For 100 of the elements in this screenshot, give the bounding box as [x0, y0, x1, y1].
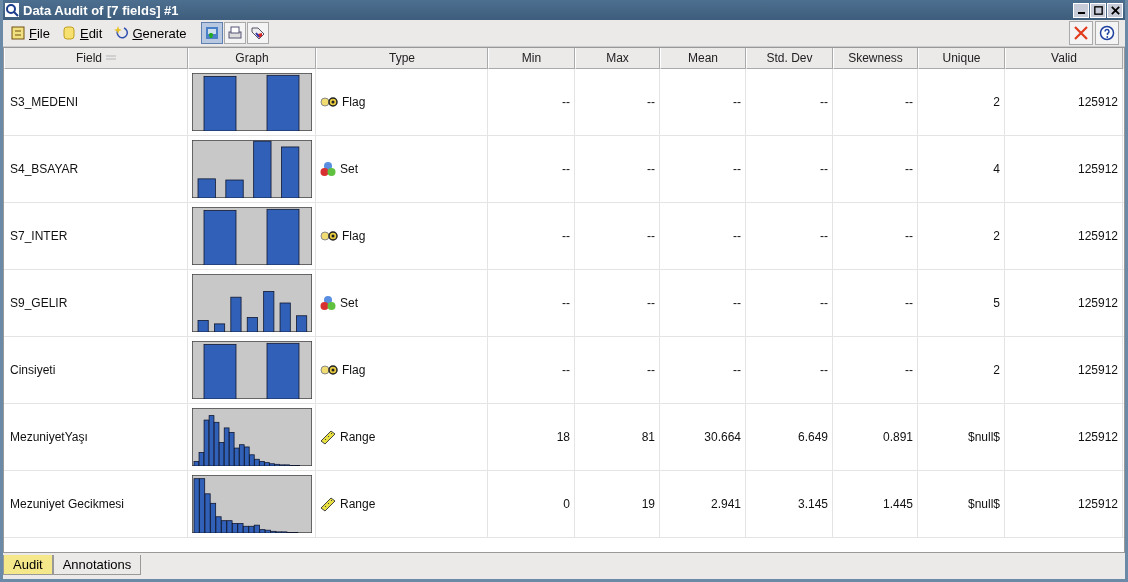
column-header[interactable]: Field: [4, 48, 188, 69]
field-name: MezuniyetYaşı: [10, 430, 88, 444]
table-cell: 125912: [1077, 162, 1118, 176]
add-table-button[interactable]: [200, 22, 223, 44]
column-header[interactable]: Mean: [660, 48, 746, 69]
table-cell: --: [905, 363, 913, 377]
type-label: Flag: [342, 95, 366, 109]
column-header[interactable]: Max: [575, 48, 660, 69]
table-cell: 1.445: [882, 497, 913, 511]
table-cell: --: [820, 162, 828, 176]
table-cell: 125912: [1077, 229, 1118, 243]
column-header[interactable]: Type: [316, 48, 488, 69]
print-button[interactable]: [223, 22, 246, 44]
table-cell: 125912: [1077, 497, 1118, 511]
table-cell: --: [820, 229, 828, 243]
set-icon: [320, 295, 336, 311]
type-label: Range: [340, 497, 376, 511]
column-header[interactable]: Graph: [188, 48, 316, 69]
field-name: S7_INTER: [10, 229, 68, 243]
flag-icon: [320, 97, 338, 107]
table-cell: --: [820, 95, 828, 109]
type-label: Flag: [342, 229, 366, 243]
column-header[interactable]: Std. Dev: [746, 48, 833, 69]
maximize-button[interactable]: [1090, 2, 1106, 18]
table-cell: --: [647, 229, 655, 243]
field-name: S9_GELIR: [10, 296, 68, 310]
ruler-icon: [320, 429, 336, 445]
table-add-icon: [203, 25, 220, 41]
table-cell: --: [820, 296, 828, 310]
table-cell: 5: [993, 296, 1000, 310]
table-cell: --: [733, 363, 741, 377]
column-header[interactable]: Skewness: [833, 48, 918, 69]
table-cell: --: [733, 229, 741, 243]
table-cell: --: [905, 296, 913, 310]
menu-button[interactable]: Generate: [112, 25, 193, 41]
help-button[interactable]: [1095, 21, 1119, 45]
table-cell: 19: [641, 497, 655, 511]
flag-icon: [320, 231, 338, 241]
table-cell: --: [733, 95, 741, 109]
set-icon: [320, 161, 336, 177]
table-cell: --: [562, 296, 570, 310]
table-cell: --: [820, 363, 828, 377]
table-cell: --: [647, 162, 655, 176]
table-cell: --: [733, 296, 741, 310]
table-cell: --: [905, 162, 913, 176]
table-cell: --: [647, 95, 655, 109]
table-cell: 30.664: [704, 430, 741, 444]
tab[interactable]: Audit: [3, 555, 53, 575]
type-label: Flag: [342, 363, 366, 377]
sparkle-icon: [114, 26, 129, 40]
file-icon: [11, 26, 25, 40]
column-header[interactable]: Min: [488, 48, 575, 69]
table-cell: --: [562, 162, 570, 176]
table-cell: 2.941: [710, 497, 741, 511]
table-cell: 2: [993, 229, 1000, 243]
type-label: Set: [340, 296, 358, 310]
maximize-icon: [1092, 4, 1104, 16]
ruler-icon: [320, 496, 336, 512]
table-cell: --: [905, 95, 913, 109]
tab[interactable]: Annotations: [52, 555, 142, 575]
help-icon: [1099, 25, 1115, 41]
table-cell: --: [562, 363, 570, 377]
table-cell: --: [562, 95, 570, 109]
table-cell: 4: [993, 162, 1000, 176]
tag-button[interactable]: [246, 22, 269, 44]
search-icon: [5, 3, 19, 17]
close-icon: [1073, 25, 1089, 41]
printer-icon: [226, 25, 243, 41]
close-icon: [1109, 4, 1121, 16]
table-cell: 2: [993, 363, 1000, 377]
tag-icon: [249, 25, 266, 41]
field-name: Cinsiyeti: [10, 363, 56, 377]
clipboard-icon: [61, 26, 76, 40]
menu-button[interactable]: File: [9, 25, 56, 41]
table-cell: --: [647, 363, 655, 377]
table-cell: 125912: [1077, 430, 1118, 444]
table-cell: --: [647, 296, 655, 310]
table-cell: 18: [556, 430, 570, 444]
menu-button[interactable]: Edit: [59, 25, 109, 41]
table-cell: 3.145: [797, 497, 828, 511]
minimize-button[interactable]: [1073, 2, 1089, 18]
table-cell: --: [905, 229, 913, 243]
table-cell: $null$: [967, 430, 1000, 444]
table-cell: 125912: [1077, 363, 1118, 377]
column-header[interactable]: Unique: [918, 48, 1005, 69]
column-header[interactable]: Valid: [1005, 48, 1123, 69]
window-title: Data Audit of [7 fields] #1: [23, 2, 179, 18]
flag-icon: [320, 365, 338, 375]
sort-icon: [106, 55, 116, 61]
type-label: Set: [340, 162, 358, 176]
table-cell: 6.649: [797, 430, 828, 444]
table-cell: 125912: [1077, 296, 1118, 310]
field-name: Mezuniyet Gecikmesi: [10, 497, 125, 511]
table-cell: $null$: [967, 497, 1000, 511]
table-cell: 2: [993, 95, 1000, 109]
table-cell: 0.891: [882, 430, 913, 444]
type-label: Range: [340, 430, 376, 444]
minimize-icon: [1077, 12, 1085, 14]
table-cell: 81: [641, 430, 655, 444]
table-cell: --: [562, 229, 570, 243]
